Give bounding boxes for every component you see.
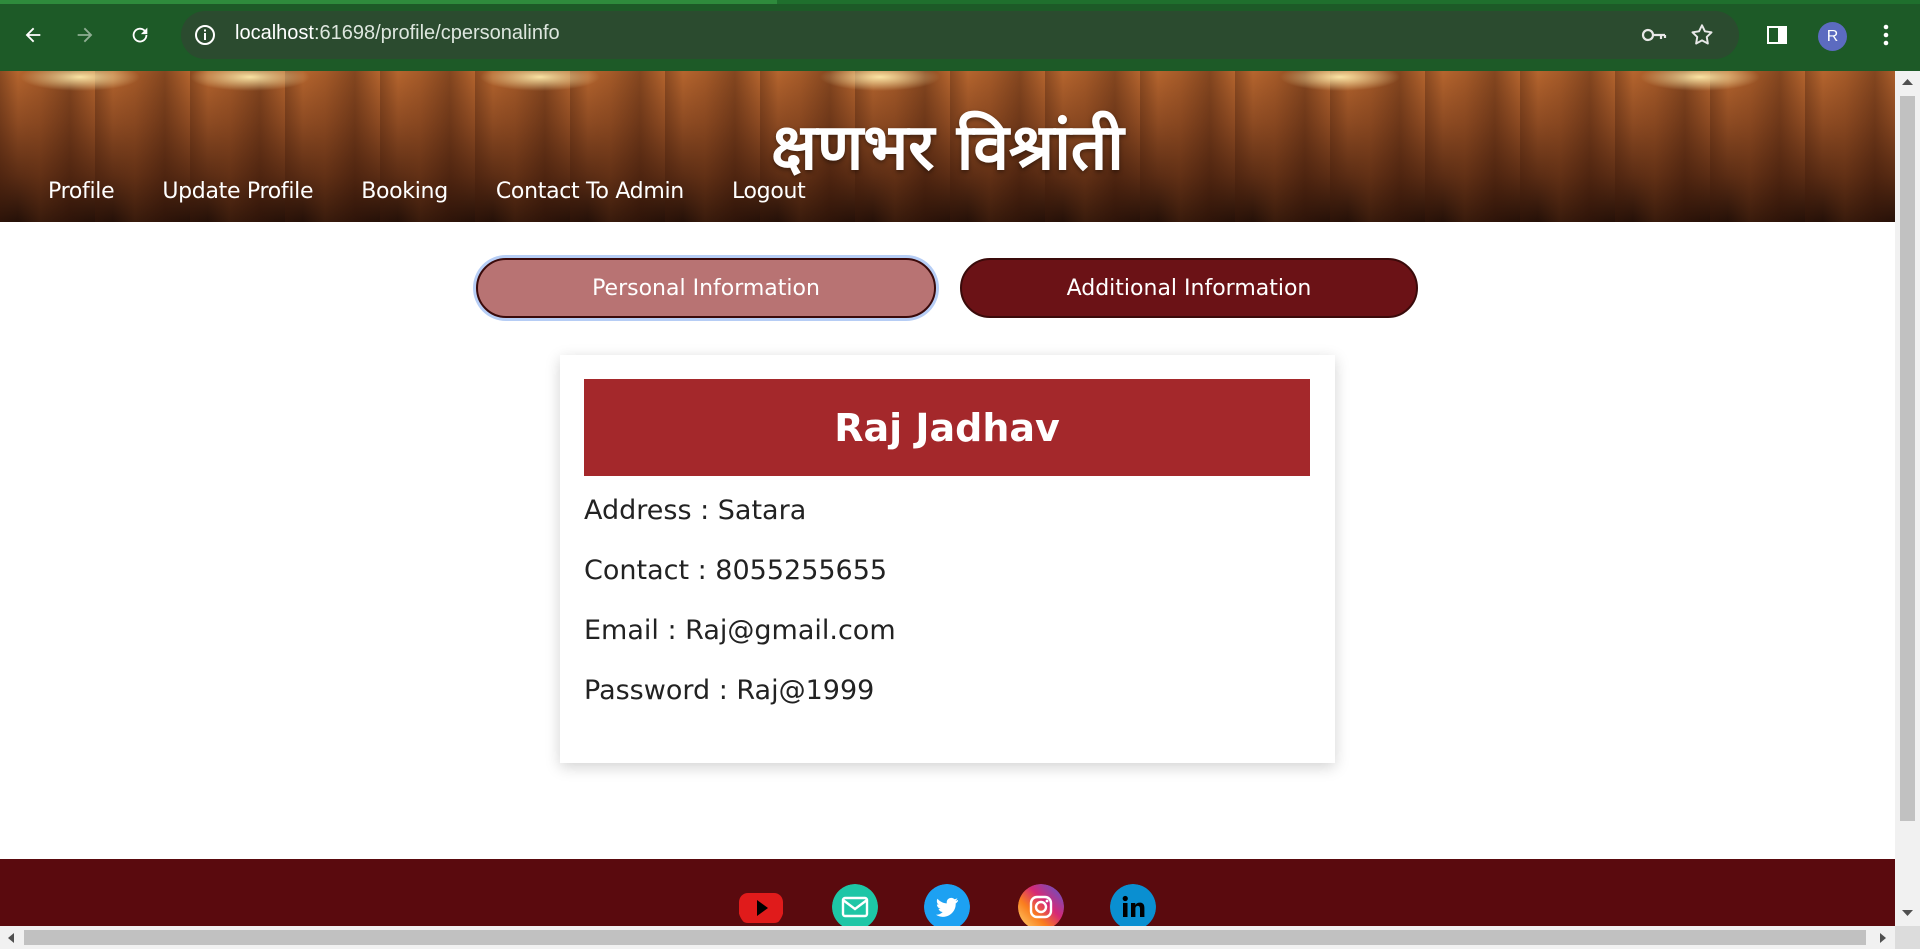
nav-profile[interactable]: Profile (48, 179, 115, 204)
address-field: Address : Satara (584, 495, 807, 526)
active-tab-indicator (0, 0, 777, 4)
vertical-scroll-thumb[interactable] (1900, 96, 1915, 821)
nav-booking[interactable]: Booking (361, 179, 448, 204)
twitter-icon[interactable] (924, 884, 970, 926)
password-field: Password : Raj@1999 (584, 675, 875, 706)
contact-field: Contact : 8055255655 (584, 555, 888, 586)
key-icon[interactable] (1641, 23, 1667, 47)
address-bar[interactable]: localhost:61698/profile/cpersonalinfo (181, 11, 1739, 59)
email-icon[interactable] (832, 884, 878, 926)
arrow-right-icon (77, 27, 93, 43)
site-title: क्षणभर विश्रांती (771, 111, 1124, 185)
personal-information-button[interactable]: Personal Information (476, 258, 936, 318)
site-info-icon[interactable] (193, 23, 217, 47)
side-panel-icon[interactable] (1765, 23, 1789, 47)
nav-contact-admin[interactable]: Contact To Admin (496, 179, 684, 204)
reload-icon (132, 27, 148, 43)
bookmark-star-icon[interactable] (1689, 22, 1715, 48)
scroll-left-icon[interactable] (6, 932, 16, 944)
url-host: localhost (235, 22, 314, 44)
arrow-left-icon (25, 27, 41, 43)
profile-card: Raj Jadhav Address : Satara Contact : 80… (560, 355, 1335, 763)
site-header: क्षणभर विश्रांती Profile Update Profile … (0, 71, 1895, 222)
scroll-up-icon[interactable] (1901, 77, 1914, 87)
back-button[interactable] (15, 17, 51, 53)
youtube-icon[interactable] (738, 884, 784, 926)
profile-name-banner: Raj Jadhav (584, 379, 1310, 476)
horizontal-scroll-thumb[interactable] (24, 930, 1866, 945)
profile-name: Raj Jadhav (834, 405, 1060, 450)
page-viewport: क्षणभर विश्रांती Profile Update Profile … (0, 71, 1895, 926)
scroll-right-icon[interactable] (1878, 932, 1888, 944)
reload-button[interactable] (122, 17, 158, 53)
url-text[interactable]: localhost:61698/profile/cpersonalinfo (235, 22, 560, 45)
forward-button[interactable] (67, 17, 103, 53)
email-field: Email : Raj@gmail.com (584, 615, 896, 646)
linkedin-icon[interactable] (1110, 884, 1156, 926)
scroll-down-icon[interactable] (1901, 908, 1914, 918)
url-path: :61698/profile/cpersonalinfo (313, 22, 560, 44)
instagram-icon[interactable] (1018, 884, 1064, 926)
additional-information-button[interactable]: Additional Information (960, 258, 1418, 318)
horizontal-scrollbar[interactable] (0, 926, 1895, 949)
profile-avatar[interactable]: R (1818, 22, 1847, 51)
browser-toolbar: localhost:61698/profile/cpersonalinfo R (0, 0, 1920, 71)
nav-update-profile[interactable]: Update Profile (162, 179, 313, 204)
more-options-icon[interactable] (1874, 20, 1898, 50)
tab-strip (0, 0, 1920, 4)
main-nav: Profile Update Profile Booking Contact T… (48, 179, 806, 204)
vertical-scrollbar[interactable] (1895, 71, 1920, 926)
scrollbar-corner (1895, 926, 1920, 949)
nav-logout[interactable]: Logout (732, 179, 806, 204)
